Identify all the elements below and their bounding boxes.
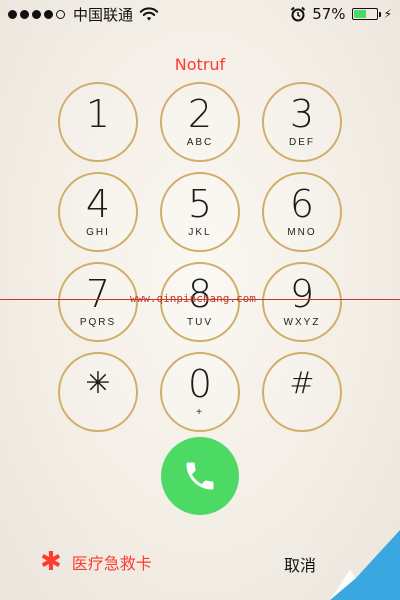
battery-percent: 57% [312,5,346,23]
key-digit: ✳ [85,366,111,401]
key-digit: 9 [289,272,315,316]
medical-id-button[interactable]: ✱ 医疗急救卡 [40,547,152,577]
key-letters: DEF [289,137,315,148]
page-title: Notruf [174,55,226,74]
key-2[interactable]: 2 ABC [160,82,240,162]
key-letters: TUV [187,317,213,328]
key-letters: JKL [188,227,212,238]
status-right: 57% ⚡ [290,5,392,23]
signal-dot [32,9,41,19]
key-digit: 7 [85,272,111,316]
key-3[interactable]: 3 DEF [262,82,342,162]
key-letters: WXYZ [283,317,321,328]
signal-dot [44,9,53,19]
wifi-icon [139,7,159,21]
key-0[interactable]: 0 + [160,352,240,432]
asterisk-icon: ✱ [40,547,62,577]
key-letters: ABC [186,137,214,148]
key-digit: 3 [289,92,315,136]
key-digit: 0 [187,362,213,406]
key-letters: + [196,407,204,418]
key-digit: 5 [187,182,213,226]
key-6[interactable]: 6 MNO [262,172,342,252]
status-bar: 中国联通 57% ⚡ [0,0,400,28]
carrier-name: 中国联通 [73,5,134,24]
cancel-button[interactable]: 取消 [284,552,316,576]
key-digit: 6 [289,182,315,226]
key-digit: 4 [85,182,111,226]
key-4[interactable]: 4 GHI [58,172,138,252]
watermark-text: www.qinpinchang.com [130,292,256,305]
key-7[interactable]: 7 PQRS [58,262,138,342]
alarm-icon [291,6,306,22]
bolt-icon: ⚡ [383,7,392,21]
call-button[interactable] [161,437,239,515]
key-letters: PQRS [79,317,117,328]
key-1[interactable]: 1 [58,82,138,162]
phone-icon [186,462,214,490]
key-9[interactable]: 9 WXYZ [262,262,342,342]
key-5[interactable]: 5 JKL [160,172,240,252]
key-digit: 1 [85,92,111,136]
battery-level [353,10,367,18]
status-left: 中国联通 [8,4,159,25]
key-digit: # [289,366,315,401]
signal-dot [20,9,29,19]
dial-keypad: 1 2 ABC 3 DEF 4 GHI 5 JKL 6 MNO 7 PQRS 8… [58,82,342,432]
key-letters: GHI [86,227,110,238]
key-digit: 2 [187,92,213,136]
key-star[interactable]: ✳ [58,352,138,432]
key-letters: MNO [287,227,317,238]
signal-dot [56,9,65,19]
signal-dot [8,9,17,19]
medical-id-label: 医疗急救卡 [71,554,152,573]
signal-strength-icon [8,9,65,19]
key-hash[interactable]: # [262,352,342,432]
site-logo-icon [330,530,400,600]
battery-icon [351,8,381,20]
